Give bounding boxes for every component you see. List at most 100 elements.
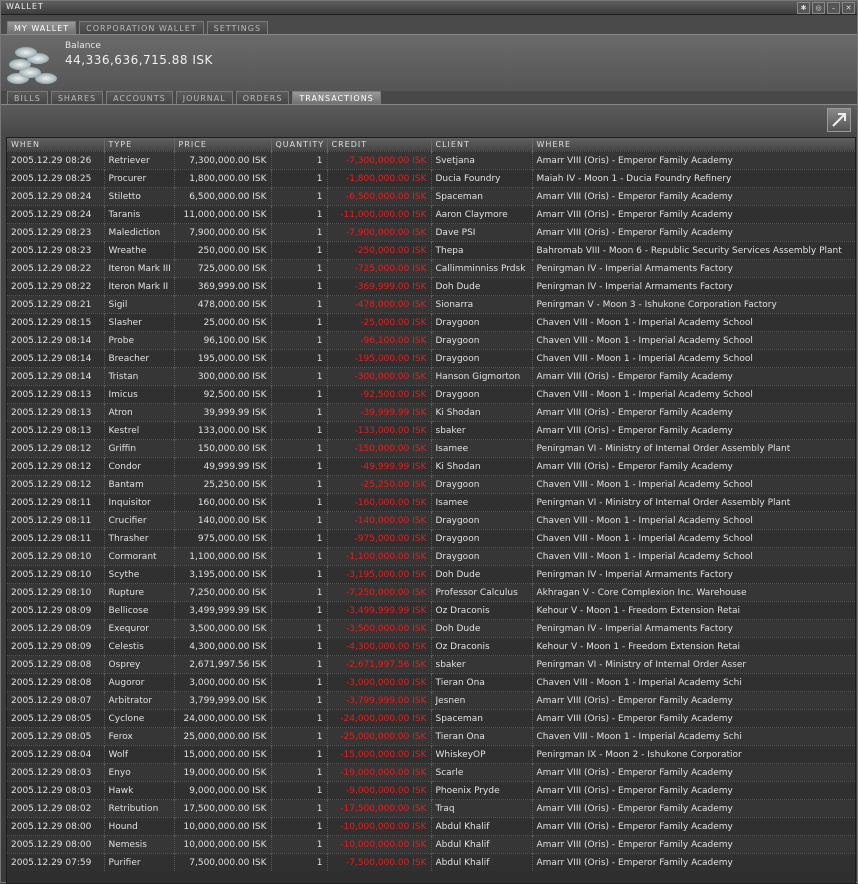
cell-type: Malediction	[104, 223, 175, 242]
cell-when: 2005.12.29 08:05	[7, 727, 105, 746]
cell-type: Imicus	[104, 385, 175, 404]
tab-orders[interactable]: ORDERS	[235, 91, 290, 105]
cell-credit: -150,000.00 ISK	[327, 439, 432, 458]
column-header-credit[interactable]: CREDIT	[327, 138, 432, 152]
tab-bills[interactable]: BILLS	[7, 91, 48, 105]
tab-shares[interactable]: SHARES	[50, 91, 104, 105]
isk-coins-icon	[5, 43, 60, 87]
table-row[interactable]: 2005.12.29 08:09 Bellicose 3,499,999.99 IS…	[7, 601, 855, 620]
tab-my-wallet[interactable]: MY WALLET	[7, 21, 77, 35]
cell-quantity: 1	[271, 205, 328, 224]
cell-quantity: 1	[271, 547, 328, 566]
column-header-quantity[interactable]: QUANTITY	[271, 138, 328, 152]
table-row[interactable]: 2005.12.29 08:04 Wolf 15,000,000.00 ISK 1 -1…	[7, 745, 855, 764]
table-row[interactable]: 2005.12.29 08:22 Iteron Mark III 725,000.0…	[7, 259, 855, 278]
pin-icon[interactable]: ✱	[797, 2, 810, 14]
cell-quantity: 1	[271, 511, 328, 530]
table-row[interactable]: 2005.12.29 08:24 Stiletto 6,500,000.00 ISK…	[7, 187, 855, 206]
cell-client: Doh Dude	[431, 565, 533, 584]
table-row[interactable]: 2005.12.29 08:09 Exequror 3,500,000.00 ISK…	[7, 619, 855, 638]
cell-when: 2005.12.29 08:00	[7, 835, 105, 854]
cell-where: Akhragan V - Core Complexion Inc. Wareho…	[532, 583, 855, 602]
cell-quantity: 1	[271, 529, 328, 548]
tab-accounts[interactable]: ACCOUNTS	[106, 91, 173, 105]
cell-type: Thrasher	[104, 529, 175, 548]
table-row[interactable]: 2005.12.29 08:14 Tristan 300,000.00 ISK 1 -3…	[7, 367, 855, 386]
table-row[interactable]: 2005.12.29 08:13 Imicus 92,500.00 ISK 1 -92,…	[7, 385, 855, 404]
table-row[interactable]: 2005.12.29 08:11 Crucifier 140,000.00 ISK 1…	[7, 511, 855, 530]
cell-where: Maiah IV - Moon 1 - Ducia Foundry Refine…	[532, 169, 855, 188]
cell-quantity: 1	[271, 727, 328, 746]
cell-price: 300,000.00 ISK	[174, 367, 272, 386]
column-header-type[interactable]: TYPE	[104, 138, 175, 152]
table-row[interactable]: 2005.12.29 08:23 Wreathe 250,000.00 ISK 1 -2…	[7, 241, 855, 260]
table-row[interactable]: 2005.12.29 08:15 Slasher 25,000.00 ISK 1 -25…	[7, 313, 855, 332]
table-row[interactable]: 2005.12.29 08:14 Probe 96,100.00 ISK 1 -96,1…	[7, 331, 855, 350]
table-row[interactable]: 2005.12.29 08:26 Retriever 7,300,000.00 IS…	[7, 151, 855, 170]
column-header-where[interactable]: WHERE	[532, 138, 855, 152]
column-header-client[interactable]: CLIENT	[431, 138, 533, 152]
cell-quantity: 1	[271, 601, 328, 620]
table-row[interactable]: 2005.12.29 08:09 Celestis 4,300,000.00 ISK…	[7, 637, 855, 656]
tab-settings[interactable]: SETTINGS	[206, 21, 269, 35]
table-row[interactable]: 2005.12.29 08:11 Thrasher 975,000.00 ISK 1-…	[7, 529, 855, 548]
table-row[interactable]: 2005.12.29 08:11 Inquisitor 160,000.00 ISK…	[7, 493, 855, 512]
table-row[interactable]: 2005.12.29 08:22 Iteron Mark II 369,999.00…	[7, 277, 855, 296]
table-row[interactable]: 2005.12.29 08:10 Scythe 3,195,000.00 ISK 1-…	[7, 565, 855, 584]
table-row[interactable]: 2005.12.29 08:10 Rupture 7,250,000.00 ISK 1…	[7, 583, 855, 602]
cell-when: 2005.12.29 08:02	[7, 799, 105, 818]
cell-credit: -19,000,000.00 ISK	[327, 763, 432, 782]
table-row[interactable]: 2005.12.29 08:24 Taranis 11,000,000.00 ISK…	[7, 205, 855, 224]
table-row[interactable]: 2005.12.29 08:12 Condor 49,999.99 ISK 1 -49,…	[7, 457, 855, 476]
table-row[interactable]: 2005.12.29 08:13 Atron 39,999.99 ISK 1 -39,9…	[7, 403, 855, 422]
export-button[interactable]	[827, 108, 851, 132]
cell-when: 2005.12.29 08:05	[7, 709, 105, 728]
column-header-price[interactable]: PRICE	[174, 138, 272, 152]
cell-price: 195,000.00 ISK	[174, 349, 272, 368]
minimize-icon[interactable]: –	[827, 2, 840, 14]
table-row[interactable]: 2005.12.29 07:59 Purifier 7,500,000.00 ISK…	[7, 853, 855, 871]
table-row[interactable]: 2005.12.29 08:14 Breacher 195,000.00 ISK 1-…	[7, 349, 855, 368]
cell-price: 1,100,000.00 ISK	[174, 547, 272, 566]
table-row[interactable]: 2005.12.29 08:25 Procurer 1,800,000.00 ISK…	[7, 169, 855, 188]
cell-type: Arbitrator	[104, 691, 175, 710]
cell-type: Cyclone	[104, 709, 175, 728]
cell-price: 3,500,000.00 ISK	[174, 619, 272, 638]
cell-type: Condor	[104, 457, 175, 476]
table-row[interactable]: 2005.12.29 08:00 Hound 10,000,000.00 ISK 1-…	[7, 817, 855, 836]
close-icon[interactable]: ✕	[842, 2, 855, 14]
cell-quantity: 1	[271, 349, 328, 368]
title-bar[interactable]: WALLET ✱ ◎ – ✕	[1, 1, 857, 15]
column-header-when[interactable]: WHEN	[7, 138, 105, 152]
cell-client: Draygoon	[431, 475, 533, 494]
cell-type: Augoror	[104, 673, 175, 692]
settings-icon[interactable]: ◎	[812, 2, 825, 14]
table-row[interactable]: 2005.12.29 08:05 Cyclone 24,000,000.00 ISK…	[7, 709, 855, 728]
table-row[interactable]: 2005.12.29 08:02 Retribution 17,500,000.00…	[7, 799, 855, 818]
tab-corporation-wallet[interactable]: CORPORATION WALLET	[79, 21, 204, 35]
table-row[interactable]: 2005.12.29 08:23 Malediction 7,900,000.00 …	[7, 223, 855, 242]
table-row[interactable]: 2005.12.29 08:03 Enyo 19,000,000.00 ISK 1 -1…	[7, 763, 855, 782]
tab-journal[interactable]: JOURNAL	[175, 91, 233, 105]
table-row[interactable]: 2005.12.29 08:03 Hawk 9,000,000.00 ISK 1 -9,…	[7, 781, 855, 800]
table-row[interactable]: 2005.12.29 08:21 Sigil 478,000.00 ISK 1 -478…	[7, 295, 855, 314]
cell-price: 3,195,000.00 ISK	[174, 565, 272, 584]
cell-quantity: 1	[271, 781, 328, 800]
table-row[interactable]: 2005.12.29 08:13 Kestrel 133,000.00 ISK 1 -1…	[7, 421, 855, 440]
table-row[interactable]: 2005.12.29 08:05 Ferox 25,000,000.00 ISK 1-…	[7, 727, 855, 746]
cell-credit: -3,195,000.00 ISK	[327, 565, 432, 584]
table-row[interactable]: 2005.12.29 08:10 Cormorant 1,100,000.00 IS…	[7, 547, 855, 566]
table-row[interactable]: 2005.12.29 08:00 Nemesis 10,000,000.00 ISK…	[7, 835, 855, 854]
table-row[interactable]: 2005.12.29 08:12 Bantam 25,250.00 ISK 1 -25,…	[7, 475, 855, 494]
cell-quantity: 1	[271, 817, 328, 836]
wallet-tabs: MY WALLET CORPORATION WALLET SETTINGS	[7, 21, 269, 35]
table-row[interactable]: 2005.12.29 08:07 Arbitrator 3,799,999.00 I…	[7, 691, 855, 710]
cell-quantity: 1	[271, 439, 328, 458]
cell-type: Cormorant	[104, 547, 175, 566]
table-row[interactable]: 2005.12.29 08:08 Osprey 2,671,997.56 ISK 1-…	[7, 655, 855, 674]
table-row[interactable]: 2005.12.29 08:12 Griffin 150,000.00 ISK 1 -1…	[7, 439, 855, 458]
table-row[interactable]: 2005.12.29 08:08 Augoror 3,000,000.00 ISK 1…	[7, 673, 855, 692]
cell-where: Chaven VIII - Moon 1 - Imperial Academy …	[532, 349, 855, 368]
cell-client: Ki Shodan	[431, 457, 533, 476]
tab-transactions[interactable]: TRANSACTIONS	[292, 91, 381, 105]
